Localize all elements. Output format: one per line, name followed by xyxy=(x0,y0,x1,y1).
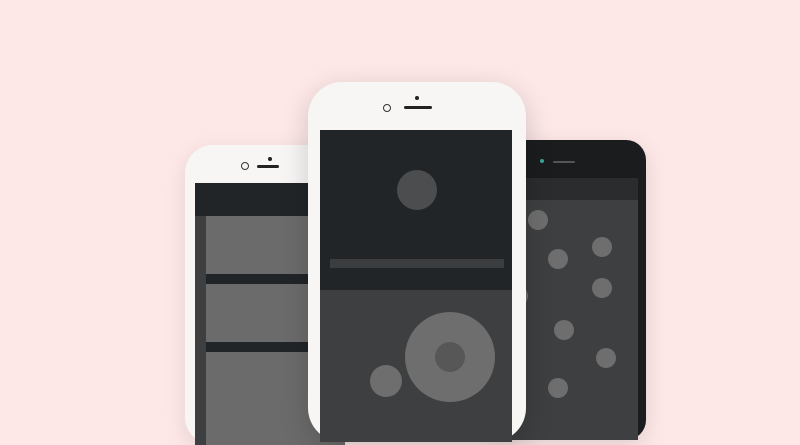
sensor-dot-icon xyxy=(268,157,272,161)
front-camera-icon xyxy=(241,162,249,170)
play-button-center xyxy=(435,342,465,372)
avatar-placeholder xyxy=(397,170,437,210)
earpiece-speaker xyxy=(257,165,279,168)
play-button-placeholder xyxy=(405,312,495,402)
grid-dot-placeholder xyxy=(592,237,612,257)
grid-dot-placeholder xyxy=(548,249,568,269)
sensor-dot-icon xyxy=(415,96,419,100)
secondary-button-placeholder xyxy=(370,365,402,397)
title-text-placeholder xyxy=(330,259,504,268)
profile-header xyxy=(320,130,512,290)
grid-dot-placeholder xyxy=(554,320,574,340)
grid-dot-placeholder xyxy=(596,348,616,368)
center-phone-screen xyxy=(320,130,512,442)
grid-dot-placeholder xyxy=(528,210,548,230)
grid-dot-placeholder xyxy=(548,378,568,398)
grid-dot-placeholder xyxy=(592,278,612,298)
earpiece-speaker xyxy=(553,161,575,163)
front-camera-icon xyxy=(383,104,391,112)
center-phone-mockup xyxy=(308,82,526,442)
front-camera-icon xyxy=(540,159,544,163)
earpiece-speaker xyxy=(404,106,432,109)
